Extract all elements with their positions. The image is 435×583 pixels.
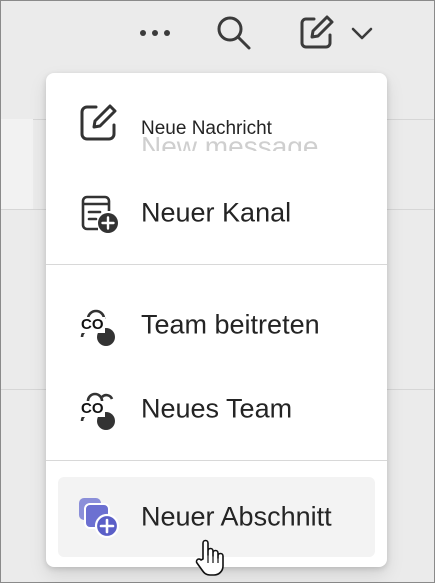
menu-item-new-message[interactable]: New message Neue Nachricht <box>58 83 375 163</box>
menu-item-label: Neuer Kanal <box>141 197 292 228</box>
hand-pointer-cursor-icon <box>194 537 224 577</box>
menu-divider <box>46 264 387 265</box>
new-item-split-button[interactable] <box>287 9 383 57</box>
people-team-join-icon: CO <box>76 303 120 347</box>
menu-divider <box>46 460 387 461</box>
search-button[interactable] <box>209 9 259 57</box>
channel-add-icon <box>76 191 120 235</box>
menu-item-new-channel[interactable]: Neuer Kanal <box>58 173 375 253</box>
menu-item-join-team[interactable]: CO Team beitreten <box>58 285 375 365</box>
team-badge: CO <box>80 316 105 333</box>
search-icon <box>214 13 254 53</box>
menu-item-label: Neuer Abschnitt <box>141 501 332 532</box>
new-item-menu: New message Neue Nachricht Neuer Kanal C… <box>46 73 387 567</box>
menu-item-new-team[interactable]: CO Neues Team <box>58 369 375 449</box>
more-horizontal-icon <box>138 28 172 38</box>
compose-icon <box>76 101 120 145</box>
app-window: New message Neue Nachricht Neuer Kanal C… <box>0 0 435 583</box>
menu-item-label: Neues Team <box>141 393 293 424</box>
team-badge: CO <box>80 400 105 417</box>
menu-item-label: Team beitreten <box>141 309 320 340</box>
people-team-add-icon: CO <box>76 387 120 431</box>
more-options-button[interactable] <box>133 9 177 57</box>
chevron-down-icon[interactable] <box>350 25 374 41</box>
section-add-icon <box>76 495 120 539</box>
compose-icon <box>296 13 336 53</box>
background-list-strip <box>1 119 33 209</box>
menu-item-label: Neue Nachricht <box>141 118 272 139</box>
